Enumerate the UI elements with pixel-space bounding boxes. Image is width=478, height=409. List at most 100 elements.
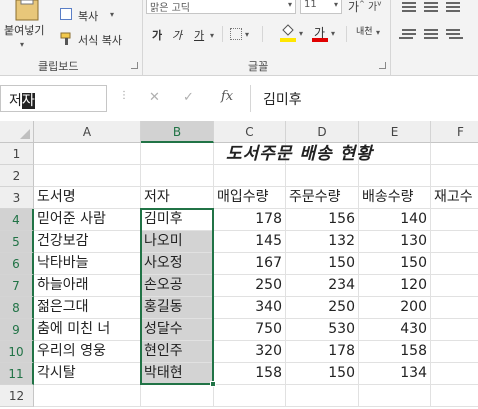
data-cell[interactable]: [431, 209, 478, 231]
data-cell[interactable]: 250: [286, 297, 359, 319]
align-left-button[interactable]: [402, 28, 418, 42]
header-cell[interactable]: 매입수량: [214, 187, 286, 209]
increase-font-icon[interactable]: 가^: [348, 0, 365, 15]
header-cell[interactable]: 주문수량: [286, 187, 359, 209]
author-cell[interactable]: 나오미: [141, 231, 214, 253]
font-name-combobox[interactable]: 맑은 고딕 ▾: [146, 0, 296, 14]
data-cell[interactable]: 145: [214, 231, 286, 253]
data-cell[interactable]: 젊은그대: [34, 297, 141, 319]
cell-empty[interactable]: [141, 165, 214, 187]
column-header-a[interactable]: A: [34, 121, 141, 143]
align-middle-button[interactable]: [424, 0, 440, 14]
data-cell[interactable]: 234: [286, 275, 359, 297]
data-cell[interactable]: 150: [286, 253, 359, 275]
data-cell[interactable]: [431, 297, 478, 319]
data-cell[interactable]: 각시탈: [34, 363, 141, 385]
paste-button[interactable]: 붙여넣기 ▾: [0, 0, 52, 52]
data-cell[interactable]: 178: [286, 341, 359, 363]
data-cell[interactable]: 130: [359, 231, 431, 253]
data-cell[interactable]: 150: [286, 363, 359, 385]
author-cell[interactable]: 박태현: [141, 363, 214, 385]
cell-empty[interactable]: [431, 385, 478, 407]
align-center-button[interactable]: [424, 28, 440, 42]
row-header[interactable]: 11: [0, 363, 34, 385]
author-cell[interactable]: 손오공: [141, 275, 214, 297]
column-header-e[interactable]: E: [359, 121, 431, 143]
font-size-combobox[interactable]: 11 ▾: [300, 0, 342, 14]
bold-button[interactable]: 가: [152, 27, 162, 43]
row-header[interactable]: 5: [0, 231, 34, 253]
data-cell[interactable]: 140: [359, 209, 431, 231]
sheet-title[interactable]: 도서주문 배송 현황: [226, 143, 373, 165]
data-cell[interactable]: 430: [359, 319, 431, 341]
data-cell[interactable]: 750: [214, 319, 286, 341]
data-cell[interactable]: [431, 253, 478, 275]
formula-input[interactable]: 김미후: [250, 85, 478, 112]
align-right-button[interactable]: [446, 28, 462, 42]
data-cell[interactable]: 하늘아래: [34, 275, 141, 297]
data-cell[interactable]: 158: [359, 341, 431, 363]
cell-empty[interactable]: [286, 165, 359, 187]
row-header[interactable]: 1: [0, 143, 34, 165]
data-cell[interactable]: 178: [214, 209, 286, 231]
data-cell[interactable]: 530: [286, 319, 359, 341]
data-cell[interactable]: 춤에 미친 너: [34, 319, 141, 341]
cell-empty[interactable]: [286, 385, 359, 407]
row-header[interactable]: 6: [0, 253, 34, 275]
row-header[interactable]: 4: [0, 209, 34, 231]
row-header[interactable]: 8: [0, 297, 34, 319]
data-cell[interactable]: 320: [214, 341, 286, 363]
header-cell[interactable]: 배송수량: [359, 187, 431, 209]
italic-button[interactable]: 가: [172, 27, 182, 43]
cancel-icon[interactable]: ✕: [149, 90, 160, 105]
underline-button[interactable]: 가: [194, 27, 204, 43]
copy-button[interactable]: 복사 ▾: [60, 6, 122, 24]
row-header[interactable]: 7: [0, 275, 34, 297]
cell-empty[interactable]: [359, 385, 431, 407]
select-all-corner[interactable]: [0, 121, 34, 143]
format-painter-button[interactable]: 서식 복사: [60, 30, 138, 48]
cell-empty[interactable]: [141, 385, 214, 407]
author-cell[interactable]: 김미후: [141, 209, 214, 231]
fill-handle[interactable]: [210, 381, 216, 387]
data-cell[interactable]: 120: [359, 275, 431, 297]
cell-empty[interactable]: [431, 165, 478, 187]
data-cell[interactable]: 158: [214, 363, 286, 385]
cell-empty[interactable]: [214, 385, 286, 407]
insert-function-icon[interactable]: fx: [221, 89, 233, 104]
chevron-down-icon[interactable]: ▾: [210, 31, 214, 40]
cell-empty[interactable]: [34, 143, 141, 165]
data-cell[interactable]: 134: [359, 363, 431, 385]
cell-empty[interactable]: [431, 143, 478, 165]
row-header[interactable]: 12: [0, 385, 34, 407]
data-cell[interactable]: 150: [359, 253, 431, 275]
data-cell[interactable]: 132: [286, 231, 359, 253]
column-header-c[interactable]: C: [214, 121, 286, 143]
author-cell[interactable]: 사오정: [141, 253, 214, 275]
decrease-font-icon[interactable]: 가v: [368, 0, 381, 13]
row-header[interactable]: 10: [0, 341, 34, 363]
row-header[interactable]: 9: [0, 319, 34, 341]
phonetic-button[interactable]: 내천 ▾: [356, 24, 384, 48]
border-button[interactable]: ▾: [230, 27, 254, 43]
data-cell[interactable]: [431, 275, 478, 297]
data-cell[interactable]: 우리의 영웅: [34, 341, 141, 363]
author-cell[interactable]: 성달수: [141, 319, 214, 341]
data-cell[interactable]: 1: [431, 341, 478, 363]
dialog-launcher-icon[interactable]: [379, 62, 386, 69]
data-cell[interactable]: [431, 231, 478, 253]
font-color-button[interactable]: 가 ▾: [312, 24, 340, 44]
data-cell[interactable]: 156: [286, 209, 359, 231]
data-cell[interactable]: 250: [214, 275, 286, 297]
more-options-icon[interactable]: ⋮: [119, 90, 129, 101]
cell-empty[interactable]: [214, 165, 286, 187]
row-header[interactable]: 2: [0, 165, 34, 187]
cell-empty[interactable]: [34, 385, 141, 407]
cell-empty[interactable]: [34, 165, 141, 187]
row-header[interactable]: 3: [0, 187, 34, 209]
fill-color-button[interactable]: ▾: [280, 24, 308, 44]
data-cell[interactable]: 340: [214, 297, 286, 319]
header-cell[interactable]: 저자: [141, 187, 214, 209]
column-header-d[interactable]: D: [286, 121, 359, 143]
author-cell[interactable]: 홍길동: [141, 297, 214, 319]
